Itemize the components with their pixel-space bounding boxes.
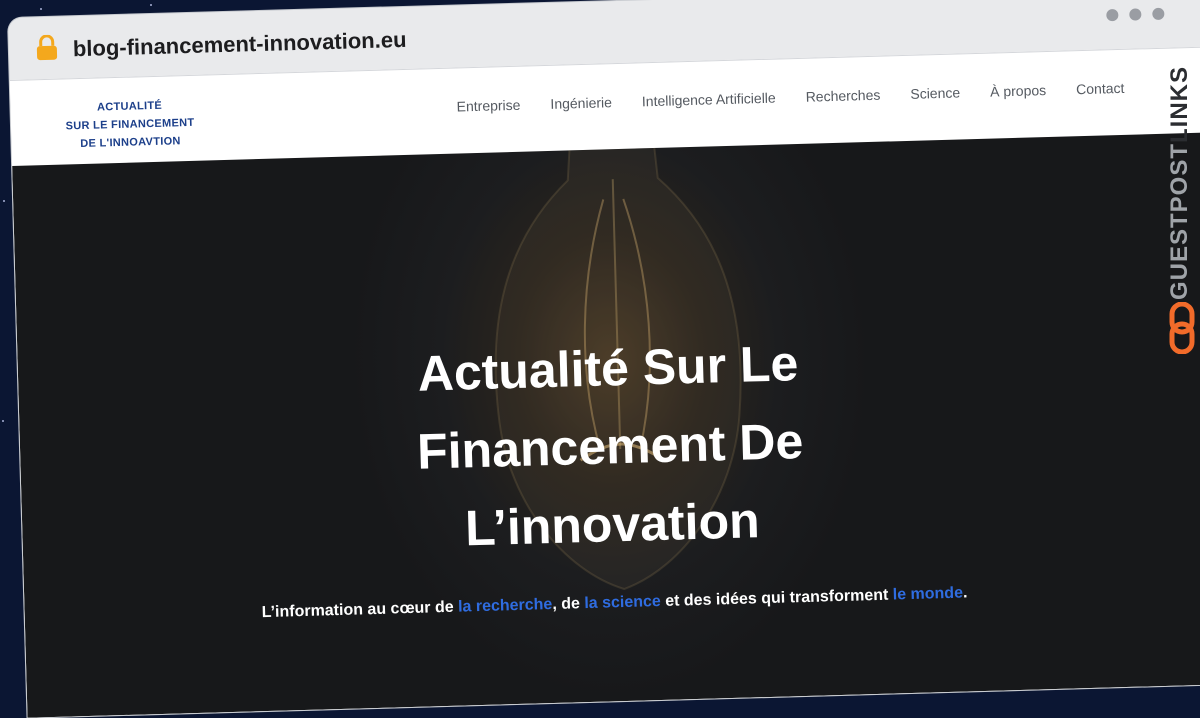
hero-title-line: Actualité Sur Le xyxy=(416,335,800,402)
hero-section: Actualité Sur Le Financement De L’innova… xyxy=(12,132,1200,718)
link-chain-icon xyxy=(1169,302,1195,354)
website: ACTUALITÉ SUR LE FINANCEMENT DE L'INNOAV… xyxy=(9,46,1200,718)
window-controls xyxy=(1106,7,1165,22)
nav-intelligence-artificielle[interactable]: Intelligence Artificielle xyxy=(642,90,776,110)
nav-ingenierie[interactable]: Ingénierie xyxy=(550,94,612,112)
link-la-science[interactable]: la science xyxy=(584,593,661,612)
subtitle-text: , de xyxy=(552,595,585,614)
site-logo[interactable]: ACTUALITÉ SUR LE FINANCEMENT DE L'INNOAV… xyxy=(64,96,195,154)
lock-icon xyxy=(36,34,58,61)
browser-window: blog-financement-innovation.eu ACTUALITÉ… xyxy=(8,0,1200,718)
watermark-links: LINKS xyxy=(1166,65,1193,143)
guestpostlinks-watermark: GUESTPOST LINKS xyxy=(1160,60,1200,300)
hero-title-line: L’innovation xyxy=(464,492,761,557)
hero-title-line: Financement De xyxy=(416,412,805,480)
watermark-guestpost: GUESTPOST xyxy=(1166,142,1193,300)
logo-line: DE L'INNOAVTION xyxy=(80,135,181,151)
link-la-recherche[interactable]: la recherche xyxy=(458,596,553,616)
subtitle-text: L’information au cœur de xyxy=(261,598,459,622)
nav-a-propos[interactable]: À propos xyxy=(990,82,1046,100)
nav-entreprise[interactable]: Entreprise xyxy=(456,97,520,115)
hero-title: Actualité Sur Le Financement De L’innova… xyxy=(347,322,873,570)
window-dot-icon[interactable] xyxy=(1106,8,1119,22)
url-text[interactable]: blog-financement-innovation.eu xyxy=(73,27,407,62)
window-dot-icon[interactable] xyxy=(1152,7,1165,21)
window-dot-icon[interactable] xyxy=(1129,8,1142,21)
link-le-monde[interactable]: le monde xyxy=(893,585,964,604)
nav-recherches[interactable]: Recherches xyxy=(805,87,880,105)
main-nav: Entreprise Ingénierie Intelligence Artif… xyxy=(456,80,1124,115)
subtitle-text: . xyxy=(962,584,968,602)
nav-science[interactable]: Science xyxy=(910,84,960,101)
nav-contact[interactable]: Contact xyxy=(1076,80,1125,97)
